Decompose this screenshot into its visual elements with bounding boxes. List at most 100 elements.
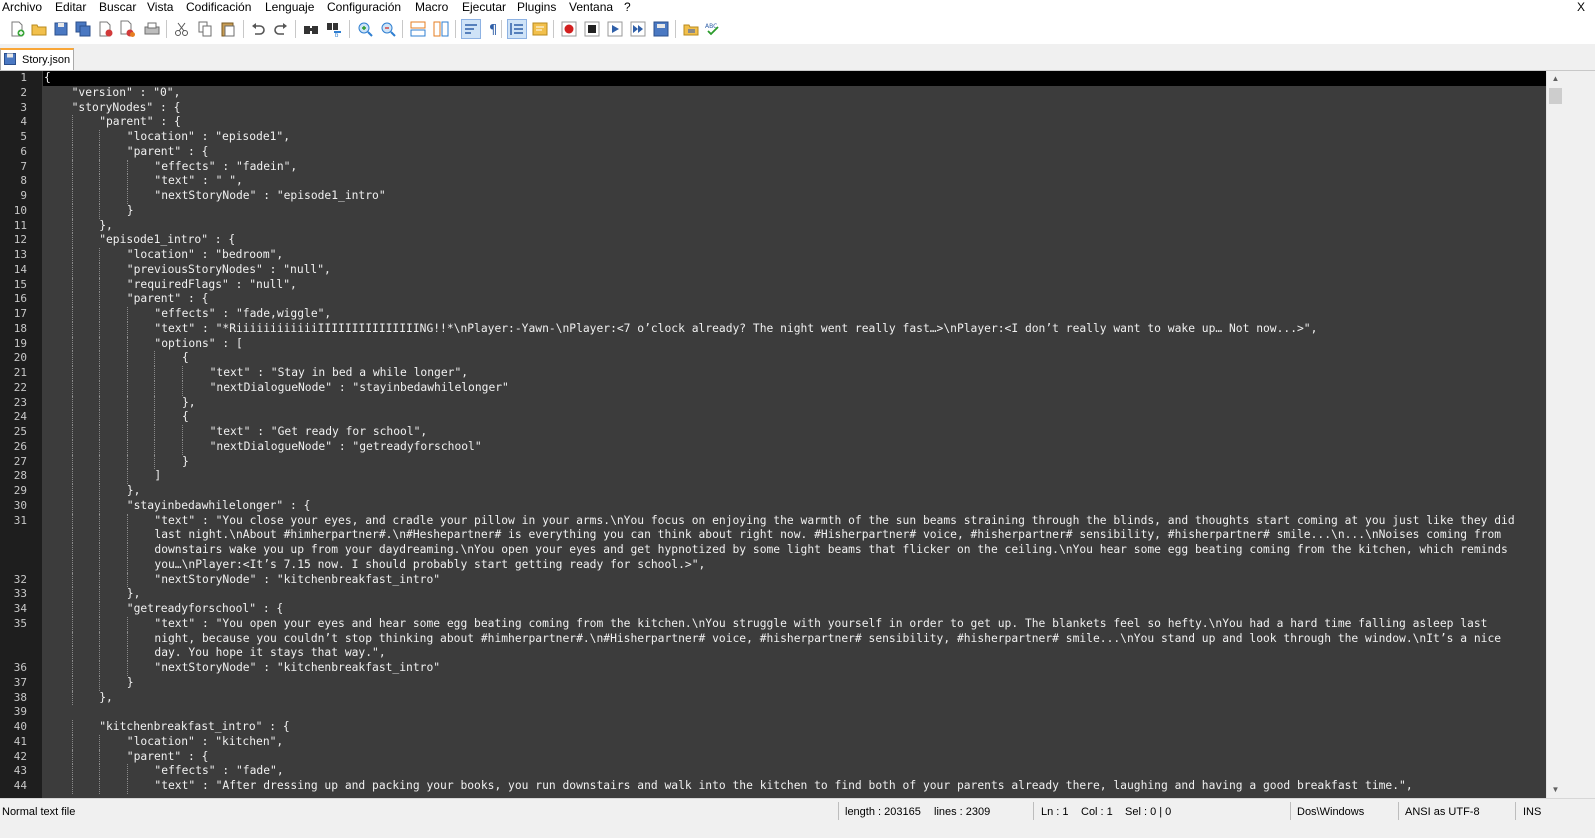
code-line[interactable]: "parent" : { [43,115,1546,130]
menu-configuracion[interactable]: Configuración [327,0,401,15]
menu-archivo[interactable]: Archivo [2,0,42,15]
editor-area[interactable]: 1 2 3 4 5 6 7 8 9 10 11 12 13 14 15 16 17 18 19 20 21 22 23 24 2… [0,71,1595,798]
vertical-scrollbar[interactable]: ▲ ▼ [1546,71,1564,798]
find-icon[interactable] [302,20,320,38]
save-icon[interactable] [52,20,70,38]
code-line[interactable]: "nextStoryNode" : "kitchenbreakfast_intr… [43,661,1546,676]
paste-icon[interactable] [219,20,237,38]
record-macro-icon[interactable] [560,20,578,38]
current-line[interactable]: { [43,71,1546,86]
indent-guide [99,587,101,602]
code-line[interactable]: you…\nPlayer:<It’s 7.15 now. I should pr… [43,557,1546,573]
code-line[interactable]: "location" : "kitchen", [43,734,1546,750]
code-line[interactable]: "parent" : { [43,144,1546,160]
code-line[interactable]: { [43,410,1546,425]
code-line[interactable]: "parent" : { [43,749,1546,765]
copy-icon[interactable] [196,20,214,38]
code-line[interactable]: day. You hope it stays that way.", [43,646,1546,661]
close-file-icon[interactable] [96,20,114,38]
code-line[interactable]: "episode1_intro" : { [43,233,1546,248]
menu-macro[interactable]: Macro [415,0,448,15]
tab-story-json[interactable]: Story.json [0,48,74,70]
code-line[interactable]: "text" : "After dressing up and packing … [43,779,1546,794]
cut-icon[interactable] [173,20,191,38]
play-macro-icon[interactable] [606,20,624,38]
scroll-thumb[interactable] [1549,88,1562,104]
code-line[interactable]: "kitchenbreakfast_intro" : { [43,720,1546,735]
word-wrap-icon[interactable] [461,19,481,39]
close-document-button[interactable]: X [1577,0,1585,15]
sync-horizontal-scroll-icon[interactable] [432,20,450,38]
print-icon[interactable] [143,20,161,38]
code-line[interactable]: } [43,675,1546,691]
open-file-icon[interactable] [30,20,48,38]
scroll-up-arrow-icon[interactable]: ▲ [1547,71,1564,87]
code-line[interactable]: "text" : "You open your eyes and hear so… [43,616,1546,632]
code-line[interactable]: }, [43,587,1546,602]
code-line[interactable]: "location" : "episode1", [43,130,1546,145]
menu-ventana[interactable]: Ventana [569,0,613,15]
code-line[interactable]: } [43,203,1546,219]
code-line[interactable]: "text" : "Get ready for school", [43,425,1546,440]
code-line[interactable] [43,705,1546,720]
menu-codificacion[interactable]: Codificación [186,0,251,15]
code-line[interactable]: "options" : [ [43,336,1546,352]
code-line[interactable]: { [43,351,1546,366]
code-line[interactable]: "text" : "You close your eyes, and cradl… [43,513,1546,529]
menu-ejecutar[interactable]: Ejecutar [462,0,506,15]
code-text[interactable]: {"version" : "0", "storyNodes" : {"parent… [43,71,1546,798]
run-macro-multiple-icon[interactable] [629,20,647,38]
sync-vertical-scroll-icon[interactable] [409,20,427,38]
code-line[interactable]: "location" : "bedroom", [43,248,1546,263]
indent-guide [126,189,128,204]
code-line-text: "location" : "bedroom", [126,248,284,261]
code-line[interactable]: "previousStoryNodes" : "null", [43,262,1546,278]
menu-lenguaje[interactable]: Lenguaje [265,0,314,15]
code-line[interactable]: "requiredFlags" : "null", [43,277,1546,293]
menu-buscar[interactable]: Buscar [99,0,136,15]
code-line[interactable]: "text" : "*RiiiiiiiiiiiiIIIIIIIIIIIIIIIN… [43,321,1546,337]
folder-as-workspace-icon[interactable] [682,20,700,38]
code-line[interactable]: "nextDialogueNode" : "getreadyforschool" [43,439,1546,455]
save-macro-icon[interactable] [652,20,670,38]
stop-recording-icon[interactable] [583,20,601,38]
menu-editar[interactable]: Editar [55,0,86,15]
code-line[interactable]: "stayinbedawhilelonger" : { [43,498,1546,514]
code-line[interactable]: last night.\nAbout #himherpartner#.\n#He… [43,528,1546,543]
spell-check-icon[interactable]: ABC [704,20,722,38]
zoom-in-icon[interactable] [356,20,374,38]
scroll-down-arrow-icon[interactable]: ▼ [1547,782,1564,798]
code-line[interactable]: "nextStoryNode" : "kitchenbreakfast_intr… [43,572,1546,588]
code-line[interactable]: "effects" : "fade,wiggle", [43,307,1546,322]
code-line[interactable]: "effects" : "fadein", [43,159,1546,175]
zoom-out-icon[interactable] [379,20,397,38]
document-map-icon[interactable] [531,20,549,38]
indent-guide-icon[interactable] [507,19,527,39]
code-line[interactable]: downstairs wake you up from your daydrea… [43,543,1546,558]
code-line[interactable]: } [43,454,1546,470]
new-file-icon[interactable] [8,20,26,38]
replace-icon[interactable]: b [325,20,343,38]
close-all-icon[interactable] [118,20,136,38]
code-line[interactable]: "text" : " ", [43,174,1546,189]
undo-icon[interactable] [249,20,267,38]
code-line[interactable]: "version" : "0", [43,86,1546,101]
menu-vista[interactable]: Vista [147,0,173,15]
code-line[interactable]: "storyNodes" : { [43,101,1546,116]
code-line[interactable]: }, [43,395,1546,411]
menu-help[interactable]: ? [624,0,631,15]
code-line[interactable]: night, because you couldn’t stop thinkin… [43,631,1546,647]
code-line[interactable]: "text" : "Stay in bed a while longer", [43,366,1546,381]
code-line[interactable]: }, [43,218,1546,234]
code-line[interactable]: }, [43,690,1546,706]
save-all-icon[interactable] [74,20,92,38]
code-line[interactable]: "effects" : "fade", [43,764,1546,779]
code-line[interactable]: "parent" : { [43,292,1546,307]
code-line[interactable]: "nextDialogueNode" : "stayinbedawhilelon… [43,380,1546,396]
code-line[interactable]: "getreadyforschool" : { [43,602,1546,617]
code-line[interactable]: ] [43,469,1546,484]
redo-icon[interactable] [272,20,290,38]
menu-plugins[interactable]: Plugins [517,0,556,15]
code-line[interactable]: "nextStoryNode" : "episode1_intro" [43,189,1546,204]
code-line[interactable]: }, [43,484,1546,499]
